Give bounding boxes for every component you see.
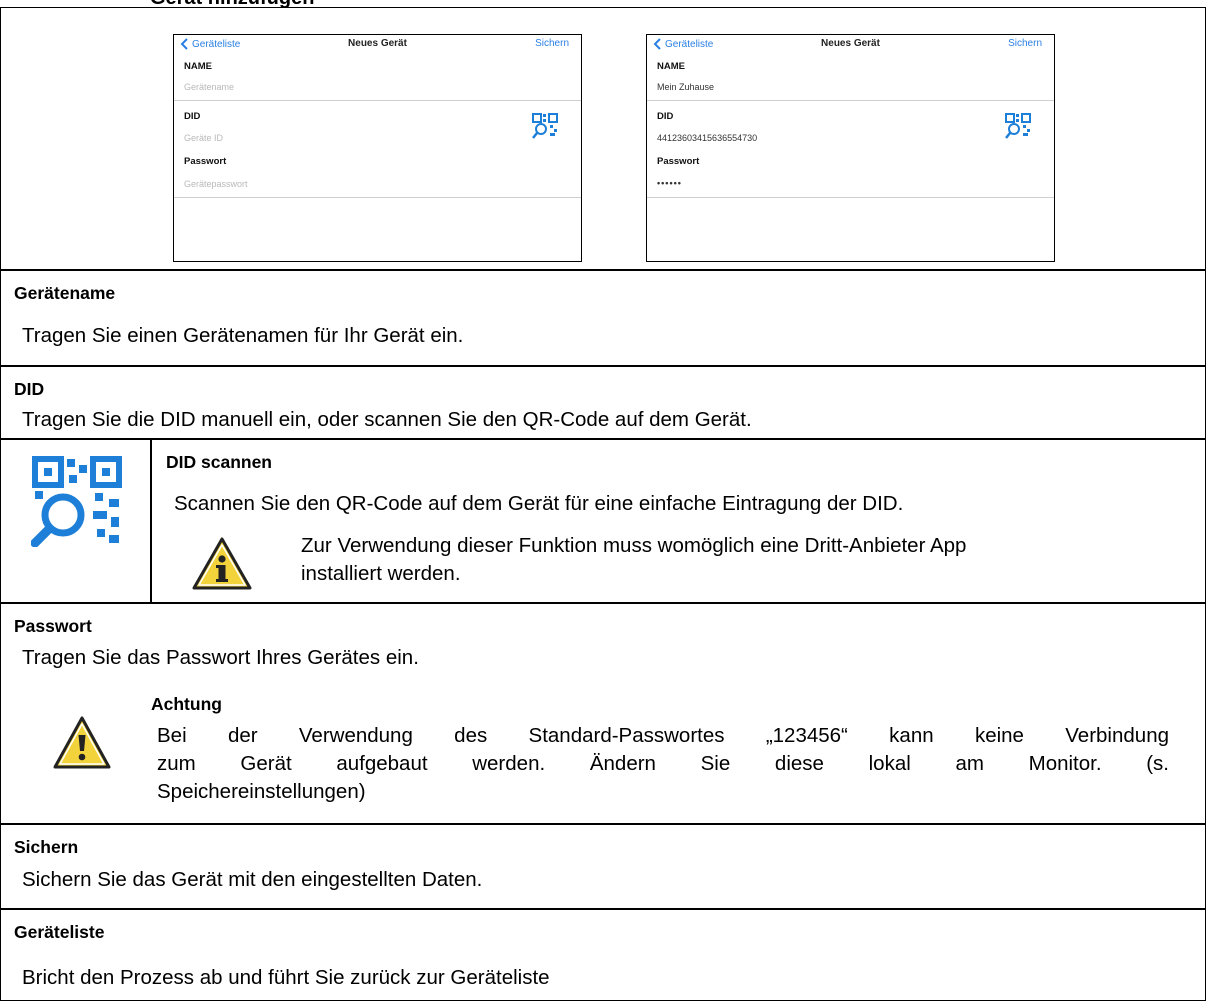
section-title-sichern: Sichern	[14, 837, 79, 857]
row-divider	[1, 365, 1205, 367]
qr-scan-icon[interactable]	[532, 113, 558, 139]
password-input[interactable]: ••••••	[657, 178, 682, 188]
warning-line-1: Bei der Verwendung des Standard-Passwort…	[157, 724, 1169, 747]
row-divider	[1, 823, 1205, 825]
name-input[interactable]: Gerätename	[184, 82, 234, 92]
did-label: DID	[184, 111, 201, 122]
nav-title: Neues Gerät	[821, 38, 880, 49]
warning-title: Achtung	[151, 694, 222, 714]
field-separator	[174, 100, 581, 101]
section-text-passwort: Tragen Sie das Passwort Ihres Gerätes ei…	[22, 646, 419, 669]
name-label: NAME	[657, 61, 685, 72]
password-label: Passwort	[657, 156, 700, 167]
nav-title: Neues Gerät	[348, 38, 407, 49]
password-input[interactable]: Gerätepasswort	[184, 179, 248, 189]
section-text-sichern: Sichern Sie das Gerät mit den eingestell…	[22, 868, 483, 891]
nav-bar: Geräteliste Neues Gerät Sichern	[174, 35, 581, 54]
save-button[interactable]: Sichern	[1008, 38, 1042, 49]
nav-bar: Geräteliste Neues Gerät Sichern	[647, 35, 1054, 54]
did-label: DID	[657, 111, 674, 122]
section-text-geraetename: Tragen Sie einen Gerätenamen für Ihr Ger…	[22, 324, 464, 347]
section-title-geraeteliste: Geräteliste	[14, 922, 105, 942]
info-warning-icon	[192, 537, 252, 590]
name-label: NAME	[184, 61, 212, 72]
field-separator	[174, 197, 581, 198]
screenshot-empty-form: Geräteliste Neues Gerät Sichern NAME Ger…	[173, 34, 582, 262]
section-text-did-scan: Scannen Sie den QR-Code auf dem Gerät fü…	[174, 492, 904, 515]
row-divider	[1, 269, 1205, 271]
section-title-passwort: Passwort	[14, 616, 92, 636]
document-table: Geräteliste Neues Gerät Sichern NAME Ger…	[0, 7, 1206, 1001]
warning-icon	[53, 716, 111, 769]
section-title-did: DID	[14, 379, 45, 399]
password-label: Passwort	[184, 156, 227, 167]
row-divider	[1, 908, 1205, 910]
field-separator	[647, 197, 1054, 198]
warning-line-3: Speichereinstellungen)	[157, 780, 366, 803]
did-input[interactable]: Geräte ID	[184, 133, 223, 143]
warning-line-2: zum Gerät aufgebaut werden. Ändern Sie d…	[157, 752, 1169, 775]
section-text-geraeteliste: Bricht den Prozess ab und führt Sie zurü…	[22, 966, 550, 989]
note-line-2: installiert werden.	[301, 562, 461, 585]
column-divider	[150, 438, 152, 602]
field-separator	[647, 100, 1054, 101]
screenshot-filled-form: Geräteliste Neues Gerät Sichern NAME Mei…	[646, 34, 1055, 262]
row-divider	[1, 438, 1205, 440]
row-divider	[1, 602, 1205, 604]
qr-scan-icon	[31, 456, 122, 547]
section-text-did: Tragen Sie die DID manuell ein, oder sca…	[22, 408, 752, 431]
qr-scan-icon[interactable]	[1005, 113, 1031, 139]
note-line-1: Zur Verwendung dieser Funktion muss womö…	[301, 534, 967, 557]
name-input[interactable]: Mein Zuhause	[657, 82, 714, 92]
did-input[interactable]: 44123603415636554730	[657, 133, 757, 143]
section-title-did-scan: DID scannen	[166, 452, 272, 472]
section-title-geraetename: Gerätename	[14, 283, 116, 303]
save-button[interactable]: Sichern	[535, 38, 569, 49]
